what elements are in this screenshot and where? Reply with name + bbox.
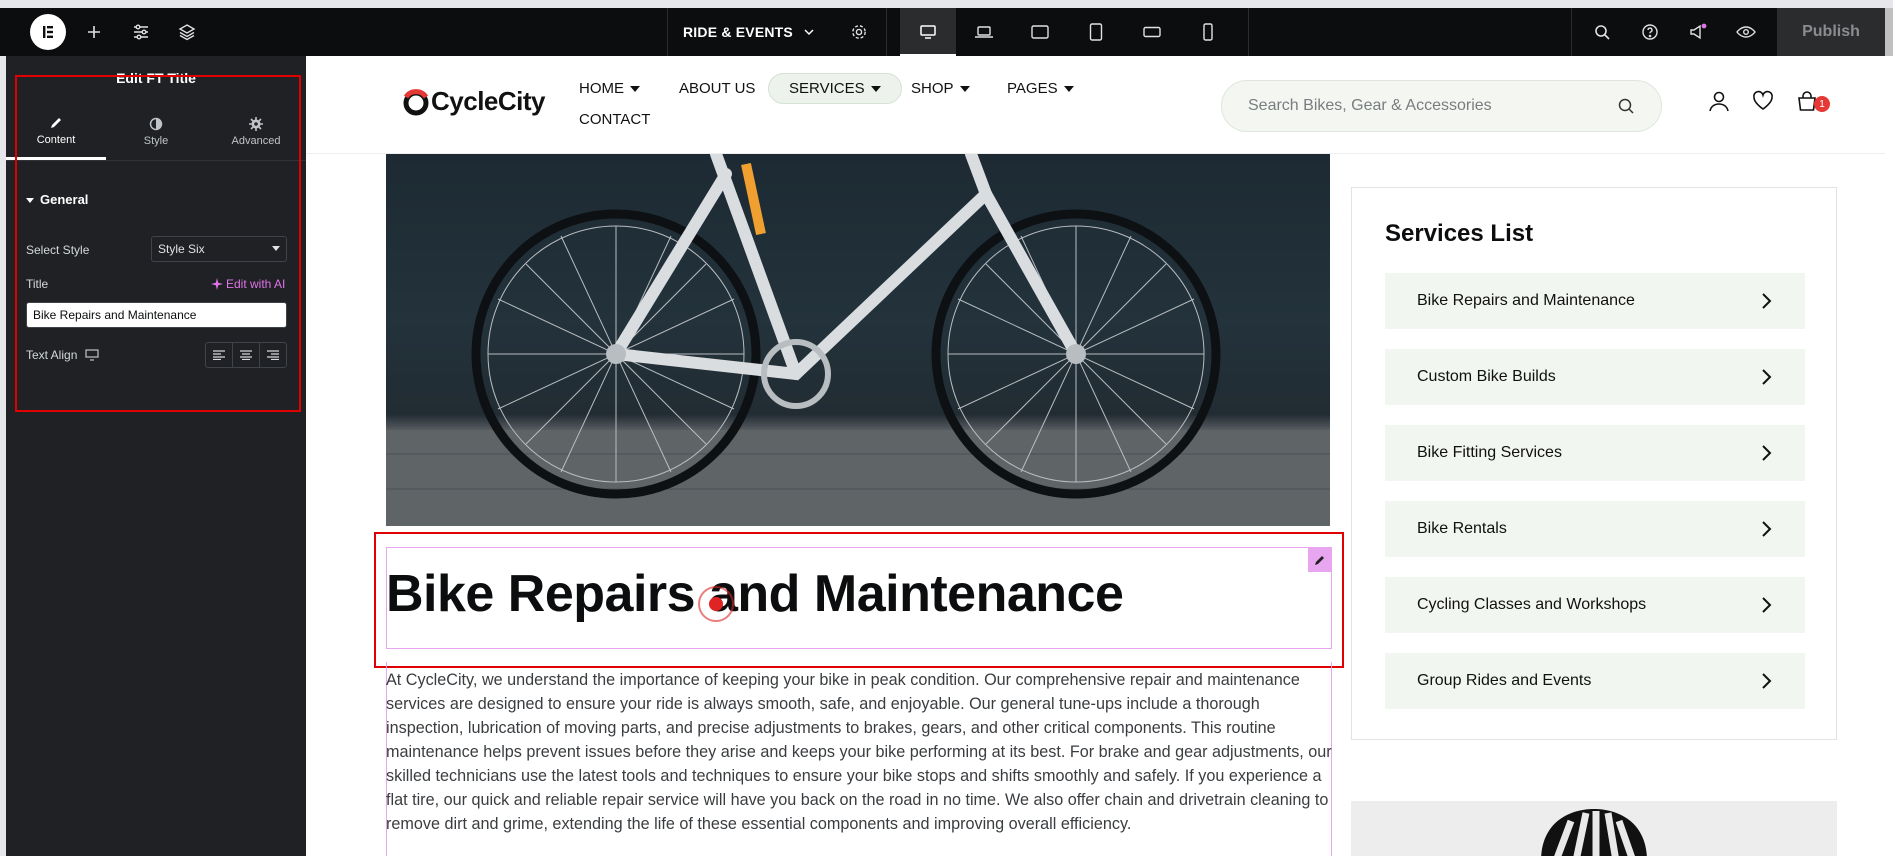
site-logo-text: CycleCity — [431, 86, 546, 116]
site-search-input[interactable]: Search Bikes, Gear & Accessories — [1221, 80, 1662, 132]
tablet-portrait-device-icon[interactable] — [1068, 8, 1124, 56]
laptop-device-icon[interactable] — [956, 8, 1012, 56]
publish-button[interactable]: Publish — [1777, 8, 1885, 56]
service-item-label: Bike Repairs and Maintenance — [1417, 292, 1635, 309]
site-header: CycleCity HOME ABOUT US SERVICES SHOP PA… — [306, 56, 1885, 154]
layers-icon[interactable] — [173, 8, 201, 56]
page-name-dropdown[interactable]: RIDE & EVENTS — [683, 8, 815, 56]
nav-contact[interactable]: CONTACT — [579, 111, 650, 128]
preview-eye-icon[interactable] — [1732, 8, 1760, 56]
service-item-label: Group Rides and Events — [1417, 672, 1592, 689]
caret-down-icon — [870, 85, 881, 92]
help-icon[interactable] — [1636, 8, 1664, 56]
search-icon[interactable] — [1617, 97, 1635, 115]
hero-bike-image — [386, 154, 1330, 526]
site-search-placeholder: Search Bikes, Gear & Accessories — [1248, 97, 1492, 114]
nav-services-label: SERVICES — [789, 80, 865, 97]
site-logo[interactable]: CycleCity — [401, 86, 546, 117]
bicycle-illustration — [386, 154, 1330, 526]
mobile-portrait-device-icon[interactable] — [1180, 8, 1236, 56]
caret-down-icon — [630, 85, 640, 92]
chevron-right-icon — [1762, 521, 1772, 537]
chevron-right-icon — [1762, 673, 1772, 689]
highlight-box-panel — [15, 75, 301, 412]
elementor-logo-icon — [30, 14, 66, 50]
services-list-card: Services List Bike Repairs and Maintenan… — [1351, 187, 1837, 740]
nav-shop[interactable]: SHOP — [911, 80, 970, 97]
cart-count-badge: 1 — [1814, 96, 1830, 112]
nav-home[interactable]: HOME — [579, 80, 640, 97]
services-list-title: Services List — [1385, 220, 1534, 247]
search-icon[interactable] — [1588, 8, 1616, 56]
nav-services[interactable]: SERVICES — [768, 73, 902, 104]
highlight-box-heading — [374, 532, 1344, 668]
service-item-label: Custom Bike Builds — [1417, 368, 1556, 385]
service-item-cycling-classes[interactable]: Cycling Classes and Workshops — [1385, 577, 1805, 633]
elementor-menu-button[interactable] — [28, 8, 68, 56]
chevron-right-icon — [1762, 445, 1772, 461]
site-settings-icon[interactable] — [127, 8, 155, 56]
user-account-icon[interactable] — [1708, 90, 1730, 112]
notifications-megaphone-icon[interactable] — [1684, 8, 1712, 56]
desktop-device-icon[interactable] — [900, 8, 956, 56]
service-item-label: Bike Fitting Services — [1417, 444, 1562, 461]
helmet-image — [1351, 801, 1837, 856]
service-item-group-rides[interactable]: Group Rides and Events — [1385, 653, 1805, 709]
service-item-bike-fitting[interactable]: Bike Fitting Services — [1385, 425, 1805, 481]
chevron-right-icon — [1762, 369, 1772, 385]
editor-top-bar: RIDE & EVENTS Publish — [0, 8, 1893, 56]
nav-pages[interactable]: PAGES — [1007, 80, 1074, 97]
wishlist-heart-icon[interactable] — [1752, 90, 1774, 112]
nav-home-label: HOME — [579, 80, 624, 97]
service-item-custom-builds[interactable]: Custom Bike Builds — [1385, 349, 1805, 405]
chevron-right-icon — [1762, 597, 1772, 613]
page-settings-gear-icon[interactable] — [845, 8, 873, 56]
add-element-icon[interactable] — [80, 8, 108, 56]
nav-pages-label: PAGES — [1007, 80, 1058, 97]
window-edge — [1885, 8, 1893, 56]
service-item-label: Cycling Classes and Workshops — [1417, 596, 1647, 613]
tablet-landscape-device-icon[interactable] — [1012, 8, 1068, 56]
service-item-bike-rentals[interactable]: Bike Rentals — [1385, 501, 1805, 557]
mobile-landscape-device-icon[interactable] — [1124, 8, 1180, 56]
caret-down-icon — [959, 85, 970, 92]
preview-canvas: CycleCity HOME ABOUT US SERVICES SHOP PA… — [306, 56, 1885, 856]
nav-shop-label: SHOP — [911, 80, 954, 97]
nav-about-label: ABOUT US — [679, 80, 756, 97]
service-item-bike-repairs[interactable]: Bike Repairs and Maintenance — [1385, 273, 1805, 329]
nav-about[interactable]: ABOUT US — [679, 80, 755, 97]
click-cursor-indicator — [698, 586, 734, 622]
chevron-down-icon — [804, 29, 814, 36]
body-paragraph: At CycleCity, we understand the importan… — [386, 671, 1332, 833]
caret-down-icon — [1063, 85, 1074, 92]
helmet-illustration — [1541, 809, 1647, 856]
nav-contact-label: CONTACT — [579, 111, 651, 128]
page-name-label: RIDE & EVENTS — [683, 24, 793, 40]
bike-wheel-logo-icon — [403, 88, 429, 115]
service-item-label: Bike Rentals — [1417, 520, 1507, 537]
browser-top-strip — [0, 0, 1893, 8]
chevron-right-icon — [1762, 293, 1772, 309]
